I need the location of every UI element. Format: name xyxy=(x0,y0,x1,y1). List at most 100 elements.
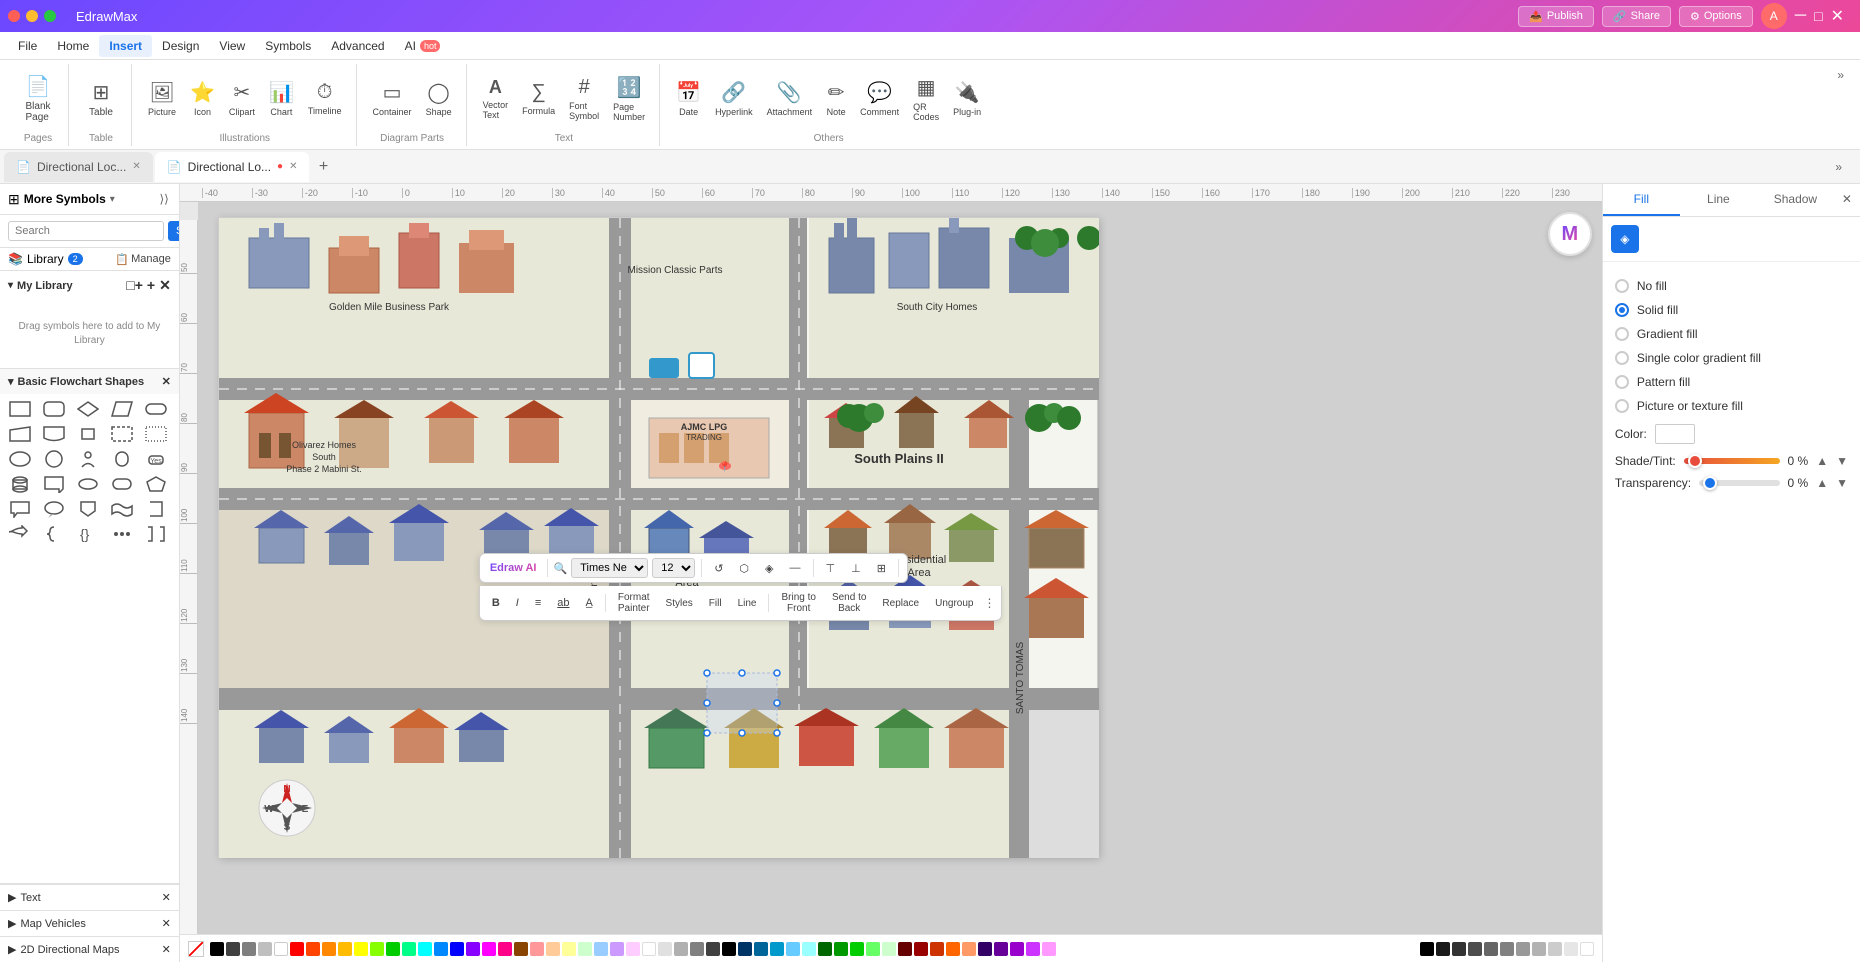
swatch-dark5[interactable] xyxy=(1484,942,1498,956)
picture-button[interactable]: 🖼 Picture xyxy=(142,76,182,121)
transparency-slider[interactable] xyxy=(1699,480,1779,486)
swatch-gray[interactable] xyxy=(242,942,256,956)
shape-small-rect[interactable] xyxy=(74,423,102,445)
container-button[interactable]: ▭ Container xyxy=(367,76,418,121)
bold-btn[interactable]: B xyxy=(486,594,506,612)
swatch-thistle[interactable] xyxy=(1042,942,1056,956)
swatch-pink[interactable] xyxy=(498,942,512,956)
swatch-magenta[interactable] xyxy=(482,942,496,956)
fill-option-single-gradient[interactable]: Single color gradient fill xyxy=(1615,346,1848,370)
shape-wave[interactable] xyxy=(108,498,136,520)
swatch-teal2[interactable] xyxy=(770,942,784,956)
tabs-expand-button[interactable]: » xyxy=(1829,158,1848,176)
swatch-midgreen[interactable] xyxy=(834,942,848,956)
list-btn[interactable]: ≡ xyxy=(529,594,547,612)
fill-option-none[interactable]: No fill xyxy=(1615,274,1848,298)
swatch-black[interactable] xyxy=(210,942,224,956)
swatch-dark3[interactable] xyxy=(1452,942,1466,956)
menu-insert[interactable]: Insert xyxy=(99,35,152,57)
icon-button[interactable]: ⭐ Icon xyxy=(184,76,221,121)
attachment-button[interactable]: 📎 Attachment xyxy=(761,76,819,121)
swatch-sky[interactable] xyxy=(434,942,448,956)
add-library-icon[interactable]: □+ xyxy=(126,277,143,294)
page-number-button[interactable]: 🔢 PageNumber xyxy=(607,71,651,126)
ai-avatar[interactable]: M xyxy=(1548,212,1592,256)
swatch-orangered2[interactable] xyxy=(930,942,944,956)
swatch-crimson[interactable] xyxy=(914,942,928,956)
shape-pentagon[interactable] xyxy=(142,473,170,495)
note-button[interactable]: ✏ Note xyxy=(820,76,852,121)
new-library-icon[interactable]: + xyxy=(147,277,155,294)
text-section[interactable]: ▶ Text ✕ xyxy=(0,884,179,910)
font-family-select[interactable]: Times Ne xyxy=(571,558,648,578)
shape-dots2[interactable] xyxy=(108,523,136,545)
swatch-purple[interactable] xyxy=(466,942,480,956)
tab-1[interactable]: 📄 Directional Loc... ✕ xyxy=(4,152,153,182)
transparency-thumb[interactable] xyxy=(1703,476,1717,490)
shape-bracket[interactable] xyxy=(142,498,170,520)
swatch-light-green[interactable] xyxy=(578,942,592,956)
format-painter-btn[interactable]: FormatPainter xyxy=(612,589,656,617)
transparency-up[interactable]: ▲ xyxy=(1816,476,1828,490)
menu-design[interactable]: Design xyxy=(152,35,209,57)
swatch-brown[interactable] xyxy=(514,942,528,956)
shape-person[interactable] xyxy=(74,448,102,470)
tab-1-close[interactable]: ✕ xyxy=(132,161,140,172)
replace-btn[interactable]: Replace xyxy=(876,595,925,612)
swatch-dg2[interactable] xyxy=(690,942,704,956)
swatch-dark9[interactable] xyxy=(1548,942,1562,956)
shade-tint-slider[interactable] xyxy=(1684,458,1780,464)
underline-btn[interactable]: ab xyxy=(551,594,575,612)
swatch-w2[interactable] xyxy=(642,942,656,956)
search-button[interactable]: Search xyxy=(168,221,180,241)
align-btn[interactable]: ⊥ xyxy=(845,559,867,578)
swatch-blue[interactable] xyxy=(450,942,464,956)
blank-page-button[interactable]: 📄 BlankPage xyxy=(16,70,60,127)
swatch-palegreen[interactable] xyxy=(882,942,896,956)
swatch-lightgray[interactable] xyxy=(258,942,272,956)
plugin-button[interactable]: 🔌 Plug-in xyxy=(947,76,987,121)
swatch-dark1[interactable] xyxy=(1420,942,1434,956)
shape-terminator[interactable] xyxy=(142,398,170,420)
text-section-close[interactable]: ✕ xyxy=(162,891,171,904)
shape-button[interactable]: ◯ Shape xyxy=(420,76,458,121)
maximize-dot[interactable] xyxy=(44,10,56,22)
swatch-sky2[interactable] xyxy=(786,942,800,956)
symbols-dropdown-icon[interactable]: ▾ xyxy=(110,194,115,205)
swatch-yellow[interactable] xyxy=(354,942,368,956)
publish-button[interactable]: 📤 Publish xyxy=(1518,6,1594,27)
tab-line[interactable]: Line xyxy=(1680,184,1757,216)
swatch-indigo[interactable] xyxy=(978,942,992,956)
add-tab-button[interactable]: + xyxy=(311,155,335,179)
flowchart-section-header[interactable]: ▾ Basic Flowchart Shapes ✕ xyxy=(0,369,179,394)
font-color-btn[interactable]: A̲ xyxy=(580,594,599,612)
transparency-down[interactable]: ▼ xyxy=(1836,476,1848,490)
2d-maps-close[interactable]: ✕ xyxy=(162,943,171,956)
swatch-orange2[interactable] xyxy=(946,942,960,956)
tab-2-close[interactable]: ✕ xyxy=(289,161,297,172)
swatch-light-pink[interactable] xyxy=(626,942,640,956)
shape-cylinder[interactable] xyxy=(6,473,34,495)
shape-rounded2[interactable] xyxy=(108,473,136,495)
swatch-dark10[interactable] xyxy=(1564,942,1578,956)
menu-view[interactable]: View xyxy=(209,35,255,57)
shape-curly-brace[interactable] xyxy=(40,523,68,545)
ctx-fill-btn[interactable]: Fill xyxy=(703,595,728,612)
shape-callout2[interactable] xyxy=(40,498,68,520)
line-btn[interactable]: — xyxy=(784,559,807,577)
swatch-dark4[interactable] xyxy=(1468,942,1482,956)
expand-toolbar-button[interactable]: » xyxy=(1833,64,1848,86)
swatch-dark2[interactable] xyxy=(1436,942,1450,956)
swatch-light-blue[interactable] xyxy=(594,942,608,956)
shape-diamond[interactable] xyxy=(74,398,102,420)
clipart-button[interactable]: ✂ Clipart xyxy=(223,76,261,121)
more-icon[interactable]: ⋮ xyxy=(983,596,995,610)
close-dot[interactable] xyxy=(8,10,20,22)
shape-dashed-rect[interactable] xyxy=(108,423,136,445)
shape-oval[interactable] xyxy=(74,473,102,495)
swatch-lime[interactable] xyxy=(370,942,384,956)
font-symbol-button[interactable]: # FontSymbol xyxy=(563,72,605,125)
menu-advanced[interactable]: Advanced xyxy=(321,35,394,57)
minimize-icon[interactable]: ─ xyxy=(1795,7,1806,25)
swatch-dark11[interactable] xyxy=(1580,942,1594,956)
